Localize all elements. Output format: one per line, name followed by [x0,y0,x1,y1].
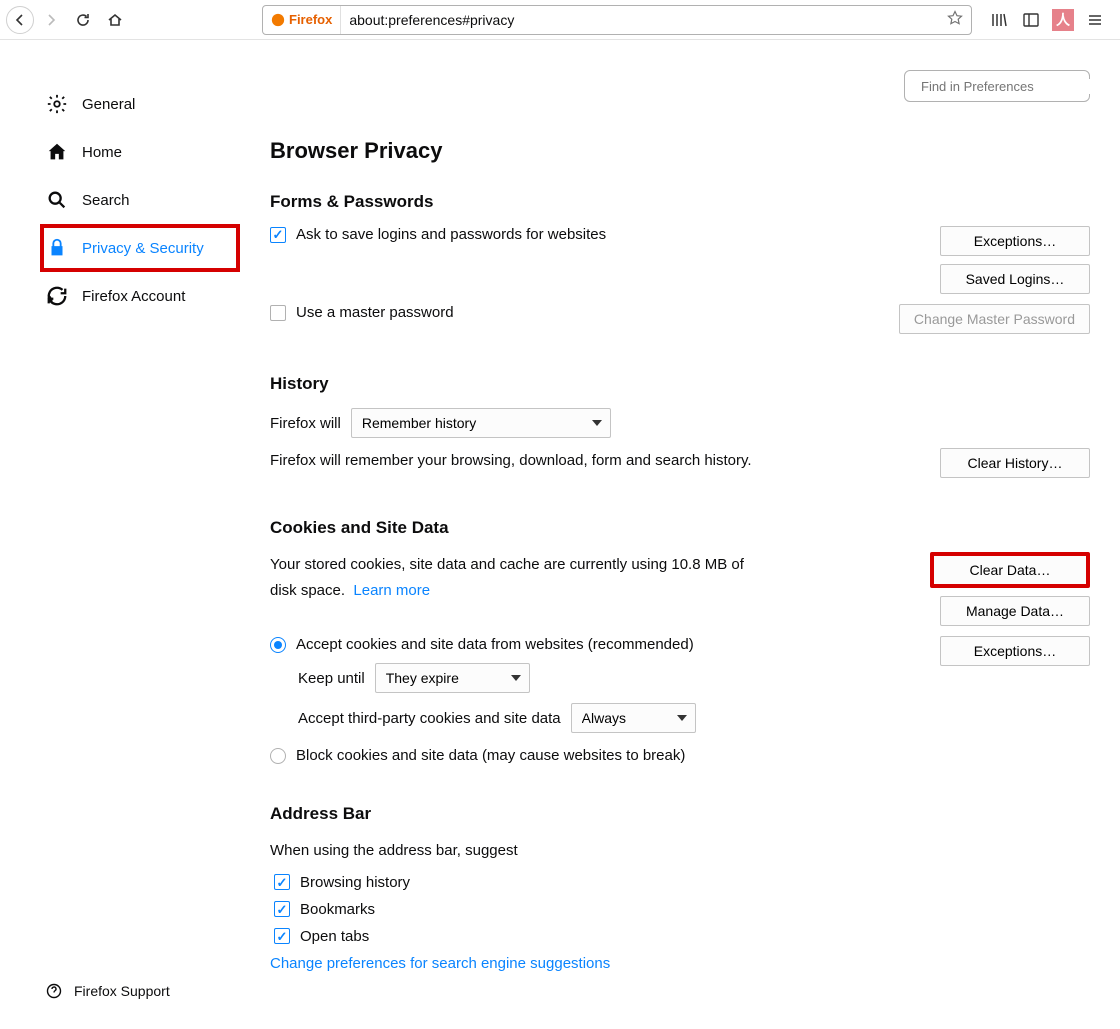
back-button[interactable] [6,6,34,34]
section-cookies-heading: Cookies and Site Data [270,518,1090,538]
clear-history-button[interactable]: Clear History… [940,448,1090,478]
search-engine-prefs-link[interactable]: Change preferences for search engine sug… [270,955,610,972]
accept-cookies-radio[interactable] [270,637,286,653]
site-identity[interactable]: Firefox [263,6,341,34]
sidebar-toggle-icon[interactable] [1016,5,1046,35]
firefox-will-label: Firefox will [270,415,341,432]
bookmark-star-icon[interactable] [939,10,971,30]
menu-icon[interactable] [1080,5,1110,35]
sidebar-item-label: General [82,96,135,113]
sidebar-item-account[interactable]: Firefox Account [40,272,240,320]
exceptions-button[interactable]: Exceptions… [940,226,1090,256]
change-master-button[interactable]: Change Master Password [899,304,1090,334]
sidebar-item-label: Home [82,144,122,161]
reload-button[interactable] [68,5,98,35]
third-party-select[interactable]: Always [571,703,696,733]
block-cookies-radio[interactable] [270,748,286,764]
url-text[interactable]: about:preferences#privacy [341,12,939,28]
suggest-label: When using the address bar, suggest [270,838,770,864]
url-bar[interactable]: Firefox about:preferences#privacy [262,5,972,35]
preferences-search[interactable] [904,70,1090,102]
sidebar-item-label: Search [82,192,130,209]
preferences-main: Browser Privacy Forms & Passwords Ask to… [240,40,1120,1029]
saved-logins-button[interactable]: Saved Logins… [940,264,1090,294]
sidebar-item-label: Firefox Account [82,288,185,305]
keep-until-label: Keep until [298,670,365,687]
sidebar-item-privacy[interactable]: Privacy & Security [40,224,240,272]
suggest-open-tabs-label: Open tabs [300,928,369,945]
keep-until-select[interactable]: They expire [375,663,530,693]
suggest-history-label: Browsing history [300,874,410,891]
third-party-label: Accept third-party cookies and site data [298,710,561,727]
section-history-heading: History [270,374,1090,394]
sidebar-item-general[interactable]: General [40,80,240,128]
pocket-icon[interactable]: 人 [1048,5,1078,35]
identity-label: Firefox [289,12,332,27]
clear-data-button[interactable]: Clear Data… [930,552,1090,588]
section-forms-heading: Forms & Passwords [270,192,1090,212]
search-input[interactable] [921,79,1097,94]
ask-save-checkbox[interactable] [270,227,286,243]
sidebar-support-link[interactable]: Firefox Support [46,983,170,999]
suggest-bookmarks-checkbox[interactable] [274,901,290,917]
sidebar-item-home[interactable]: Home [40,128,240,176]
master-password-checkbox[interactable] [270,305,286,321]
cookies-desc: Your stored cookies, site data and cache… [270,552,770,603]
forward-button[interactable] [36,5,66,35]
support-label: Firefox Support [74,983,170,999]
preferences-sidebar: General Home Search Privacy & Security F… [0,40,240,1029]
cookies-exceptions-button[interactable]: Exceptions… [940,636,1090,666]
sidebar-item-label: Privacy & Security [82,240,204,257]
ask-save-label: Ask to save logins and passwords for web… [296,226,606,243]
block-cookies-label: Block cookies and site data (may cause w… [296,747,685,764]
history-desc: Firefox will remember your browsing, dow… [270,448,752,474]
page-title: Browser Privacy [270,138,1090,164]
library-icon[interactable] [984,5,1014,35]
suggest-open-tabs-checkbox[interactable] [274,928,290,944]
suggest-history-checkbox[interactable] [274,874,290,890]
sidebar-item-search[interactable]: Search [40,176,240,224]
learn-more-link[interactable]: Learn more [353,582,430,599]
manage-data-button[interactable]: Manage Data… [940,596,1090,626]
history-mode-select[interactable]: Remember history [351,408,611,438]
home-button[interactable] [100,5,130,35]
section-addressbar-heading: Address Bar [270,804,1090,824]
master-password-label: Use a master password [296,304,454,321]
accept-cookies-label: Accept cookies and site data from websit… [296,636,694,653]
suggest-bookmarks-label: Bookmarks [300,901,375,918]
browser-toolbar: Firefox about:preferences#privacy 人 [0,0,1120,40]
